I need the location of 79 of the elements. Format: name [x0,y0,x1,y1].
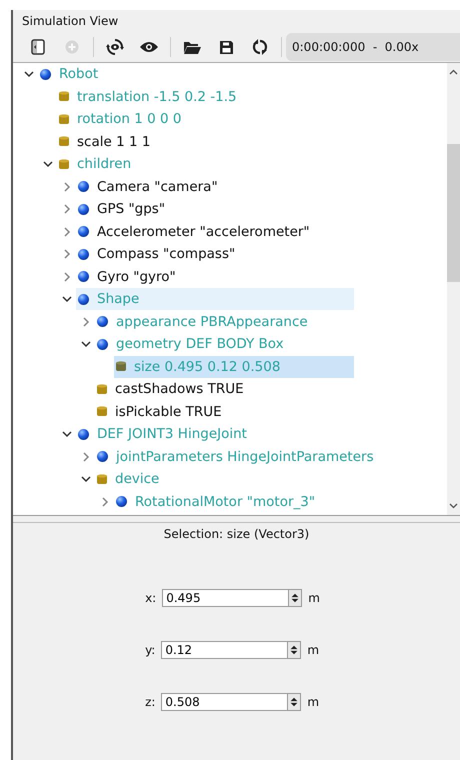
tree-item[interactable]: Compass "compass" [76,243,354,266]
sphere-icon [97,451,108,462]
save-icon [218,40,234,54]
scroll-up-icon[interactable] [449,69,458,75]
selection-title: Selection: size (Vector3) [13,522,460,545]
cylinder-icon [116,361,126,372]
field-label: y: [145,643,156,657]
scrollbar[interactable] [447,63,460,515]
chevron-right-icon[interactable] [62,249,72,260]
tree-item[interactable]: device [95,468,354,490]
cylinder-icon [97,384,107,395]
chevron-down-icon[interactable] [62,429,72,440]
tree-item[interactable]: DEF JOINT3 HingeJoint [76,423,354,446]
tree-item[interactable]: scale 1 1 1 [57,130,354,153]
reload-icon [252,39,268,55]
chevron-right-icon[interactable] [62,226,72,237]
tree-item[interactable]: castShadows TRUE [95,378,354,400]
tree-item[interactable]: children [57,153,354,176]
sphere-icon [78,294,89,305]
sphere-icon [116,496,127,508]
unit-label: m [307,695,320,709]
tree-item[interactable]: isPickable TRUE [95,400,354,423]
sphere-icon [78,204,89,215]
tree-item[interactable]: Shape [76,288,354,310]
tree-item[interactable]: geometry DEF BODY Box [95,333,354,356]
cylinder-icon [59,114,69,125]
tree-item[interactable]: Accelerometer "accelerometer" [76,220,354,243]
spinner-icon[interactable] [287,693,302,711]
tree-item[interactable]: Gyro "gyro" [76,266,354,288]
chevron-down-icon[interactable] [80,339,90,350]
chevron-right-icon[interactable] [62,204,72,214]
scroll-down-icon[interactable] [449,503,458,509]
cylinder-icon [59,91,69,102]
unit-label: m [308,591,320,605]
field-label: x: [145,591,156,605]
add-icon [65,40,79,54]
sphere-icon [78,226,89,238]
sphere-icon [40,68,51,80]
chevron-down-icon[interactable] [24,69,34,80]
sphere-icon [78,248,89,260]
sphere-icon [97,316,108,328]
time-display: 0:00:00:000 - 0.00x [286,33,460,61]
sphere-icon [78,271,89,282]
sphere-icon [78,428,89,440]
panel-toggle-icon [31,39,45,55]
chevron-right-icon[interactable] [80,452,90,462]
sphere-icon [97,338,108,350]
field-label: z: [145,695,156,709]
panel-title: Simulation View [21,13,120,30]
tree-item[interactable]: jointParameters HingeJointParameters [95,446,376,468]
number-field[interactable]: 0.495 [162,589,288,607]
chevron-down-icon[interactable] [42,159,52,170]
chevron-right-icon[interactable] [62,272,72,282]
chevron-right-icon[interactable] [62,182,72,192]
cylinder-icon [97,474,107,485]
number-field[interactable]: 0.508 [161,693,288,711]
tree-item[interactable]: appearance PBRAppearance [95,310,354,333]
tree-item[interactable]: translation -1.5 0.2 -1.5 [57,86,354,108]
tree-item[interactable]: Camera "camera" [76,176,354,198]
chevron-right-icon[interactable] [100,496,110,507]
tree-item[interactable]: size 0.495 0.12 0.508 [114,356,354,378]
chevron-right-icon[interactable] [80,316,90,327]
tree-item[interactable]: RotationalMotor "motor_3" [114,490,354,513]
folder-icon [183,40,201,54]
chevron-down-icon[interactable] [80,474,90,484]
tree-item[interactable]: rotation 1 0 0 0 [57,108,354,130]
eye-icon [140,41,158,53]
cylinder-icon [59,158,69,170]
tree-item[interactable]: Robot [38,63,354,86]
sphere-icon [78,181,89,192]
reset-view-icon [106,38,124,56]
chevron-down-icon[interactable] [62,294,72,304]
spinner-icon[interactable] [288,589,302,607]
cylinder-icon [97,406,107,418]
number-field[interactable]: 0.12 [161,641,288,659]
cylinder-icon [59,136,69,148]
spinner-icon[interactable] [287,641,302,659]
unit-label: m [307,643,320,657]
tree-item[interactable]: GPS "gps" [76,198,354,220]
